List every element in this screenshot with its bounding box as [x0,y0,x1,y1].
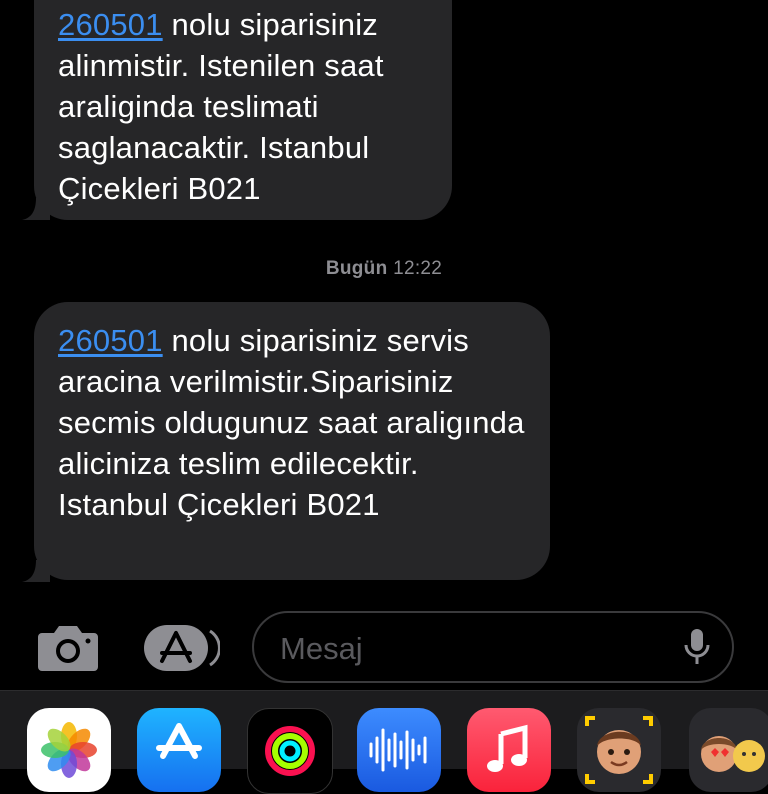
memoji-stickers-app-icon[interactable] [689,708,768,792]
activity-rings-icon [265,726,315,776]
waveform-icon [369,728,427,772]
order-number-link[interactable]: 260501 [58,323,163,358]
app-store-app-icon[interactable] [137,708,221,792]
timestamp-time: 12:22 [393,258,443,279]
message-text: 260501 nolu siparisiniz alinmistir. Iste… [58,4,428,209]
message-bubble-received[interactable]: 260501 nolu siparisiniz alinmistir. Iste… [34,0,452,220]
music-note-icon [487,724,528,772]
bubble-tail [22,560,50,582]
memoji-face-icon [585,716,653,784]
message-text: 260501 nolu siparisiniz servis aracina v… [58,320,526,525]
memoji-stickers-icon [701,736,765,772]
message-bubble-received[interactable]: 260501 nolu siparisiniz servis aracina v… [34,302,550,580]
order-number-link[interactable]: 260501 [58,7,163,42]
app-drawer [0,690,768,794]
message-placeholder: Mesaj [280,631,363,666]
microphone-icon[interactable] [682,627,712,667]
bubble-tail [22,198,50,220]
app-store-icon[interactable] [140,623,220,673]
activity-app-icon[interactable] [247,708,333,794]
message-input[interactable]: Mesaj [252,611,734,683]
photos-icon [41,722,97,778]
music-app-icon[interactable] [467,708,551,792]
audio-message-app-icon[interactable] [357,708,441,792]
app-store-glyph-icon [156,723,202,759]
photos-app-icon[interactable] [27,708,111,792]
camera-icon[interactable] [36,623,100,673]
timestamp: Bugün 12:22 [0,258,768,280]
memoji-app-icon[interactable] [577,708,661,792]
timestamp-day: Bugün [325,258,388,279]
